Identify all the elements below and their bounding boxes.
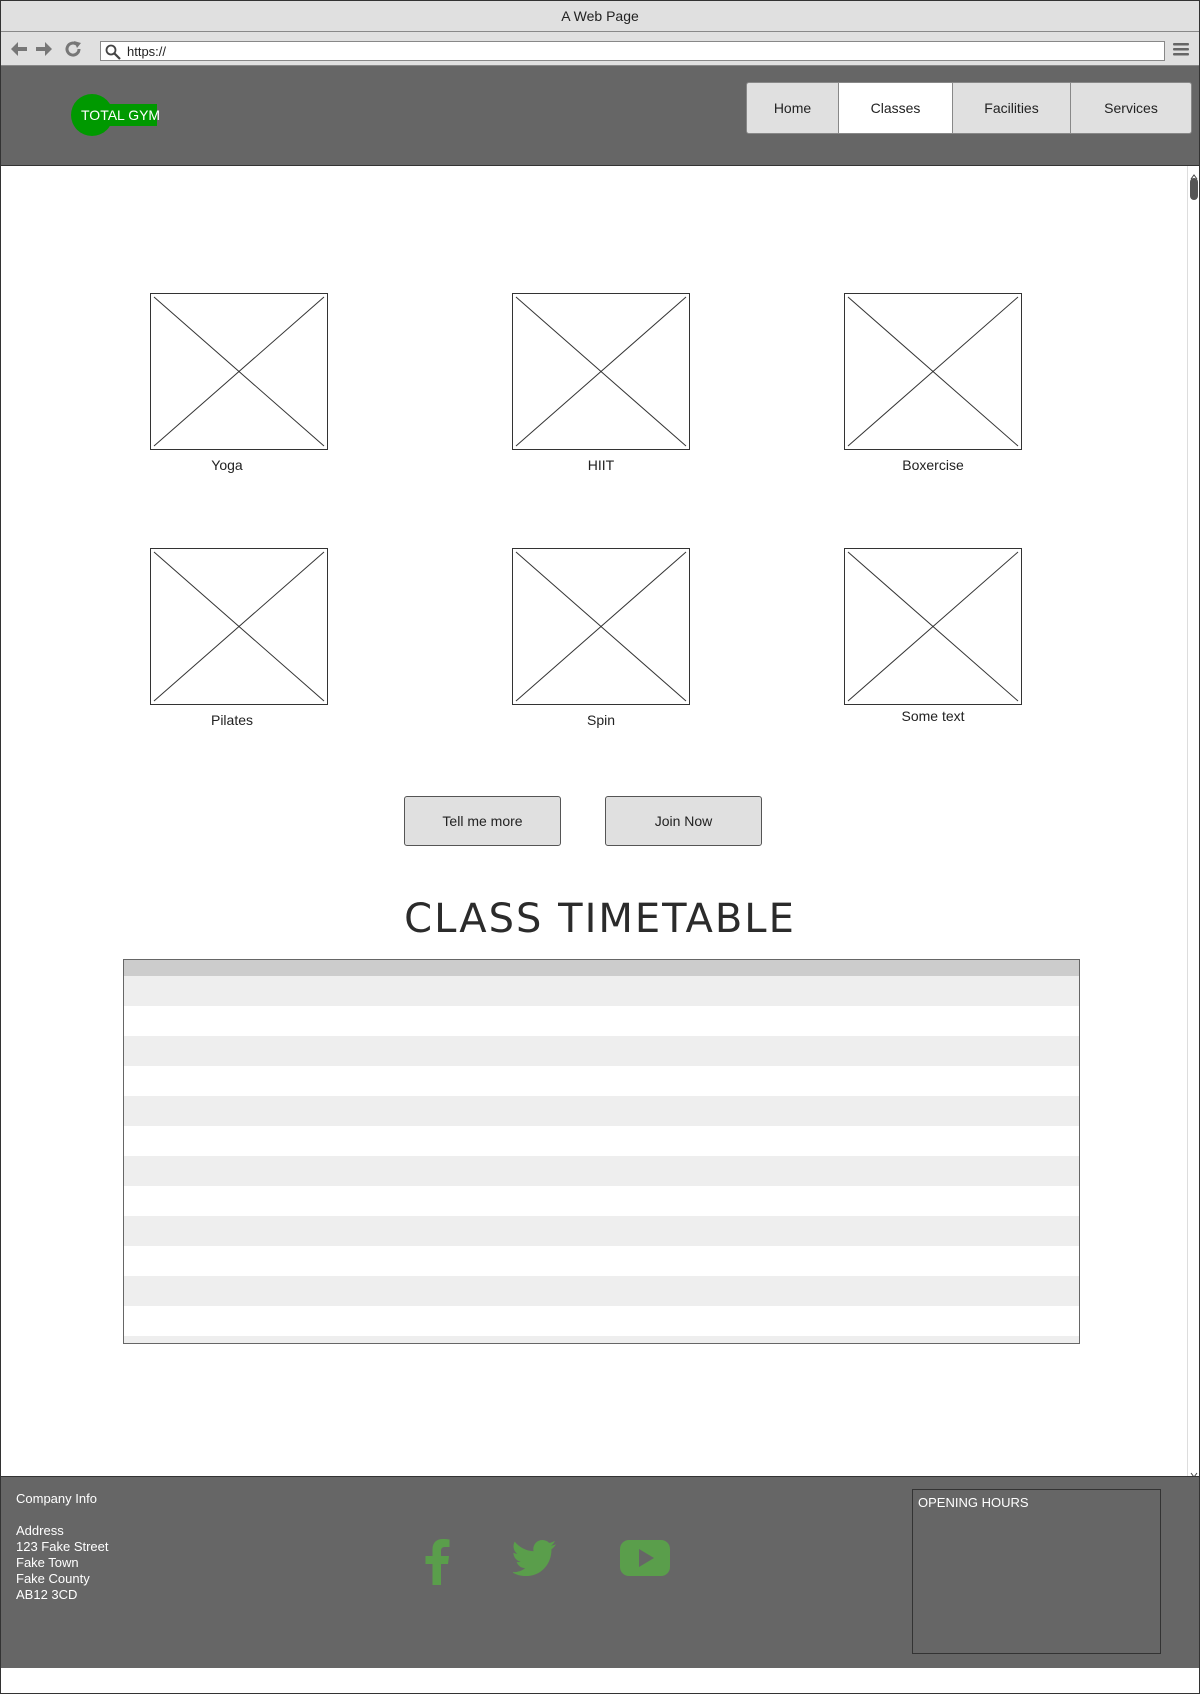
tell-me-more-button[interactable]: Tell me more	[404, 796, 561, 846]
search-icon	[105, 44, 121, 65]
logo-text: TOTAL GYM	[81, 107, 161, 123]
class-card-hiit[interactable]: HIIT	[512, 293, 690, 473]
table-row	[124, 1006, 1079, 1036]
browser-window: A Web Page https:// TOTAL GYM Home Class…	[0, 0, 1200, 1694]
address-line: Fake Town	[16, 1555, 79, 1570]
opening-hours-box: OPENING HOURS	[912, 1489, 1161, 1654]
site-footer: Company Info Address 123 Fake Street Fak…	[1, 1476, 1199, 1669]
class-card-boxercise[interactable]: Boxercise	[844, 293, 1022, 473]
url-input[interactable]: https://	[127, 44, 1147, 59]
image-placeholder-icon	[150, 548, 328, 705]
image-placeholder-icon	[844, 293, 1022, 450]
opening-hours-title: OPENING HOURS	[918, 1495, 1029, 1510]
logo[interactable]: TOTAL GYM	[71, 94, 161, 136]
forward-arrow-icon[interactable]	[34, 40, 54, 58]
hamburger-menu-icon[interactable]	[1171, 40, 1191, 58]
scroll-up-icon[interactable]	[1190, 168, 1198, 180]
class-label: Pilates	[210, 712, 254, 728]
browser-toolbar: https://	[1, 32, 1199, 66]
class-card-other[interactable]: Some text	[844, 548, 1022, 724]
table-row	[124, 1216, 1079, 1246]
company-info: Company Info Address 123 Fake Street Fak…	[16, 1491, 109, 1603]
window-title-bar: A Web Page	[1, 1, 1199, 32]
table-header	[124, 960, 1079, 976]
address-line: 123 Fake Street	[16, 1539, 109, 1554]
table-row	[124, 1096, 1079, 1126]
youtube-icon[interactable]	[620, 1540, 670, 1581]
class-card-pilates[interactable]: Pilates	[150, 548, 328, 728]
class-timetable	[123, 959, 1080, 1344]
class-label: Some text	[901, 708, 965, 724]
nav-item-home[interactable]: Home	[746, 82, 839, 134]
address-bar[interactable]: https://	[100, 41, 1165, 61]
image-placeholder-icon	[512, 548, 690, 705]
address-line: Fake County	[16, 1571, 90, 1586]
timetable-title: CLASS TIMETABLE	[404, 896, 796, 942]
company-info-title: Company Info	[16, 1491, 97, 1506]
class-label: Spin	[586, 712, 616, 728]
scroll-down-icon[interactable]	[1190, 1466, 1198, 1478]
join-now-button[interactable]: Join Now	[605, 796, 762, 846]
class-card-spin[interactable]: Spin	[512, 548, 690, 728]
table-row	[124, 1156, 1079, 1186]
table-row	[124, 1126, 1079, 1156]
table-row	[124, 976, 1079, 1006]
nav-item-facilities[interactable]: Facilities	[952, 82, 1071, 134]
window-title: A Web Page	[561, 8, 639, 24]
site-header: TOTAL GYM Home Classes Facilities Servic…	[1, 66, 1199, 166]
class-label: HIIT	[587, 457, 615, 473]
table-row	[124, 1036, 1079, 1066]
table-row	[124, 1066, 1079, 1096]
nav-item-classes[interactable]: Classes	[838, 82, 953, 134]
table-row	[124, 1276, 1079, 1306]
image-placeholder-icon	[150, 293, 328, 450]
main-nav: Home Classes Facilities Services	[746, 82, 1192, 134]
table-row	[124, 1186, 1079, 1216]
class-card-yoga[interactable]: Yoga	[150, 293, 328, 473]
table-row	[124, 1336, 1079, 1343]
class-label: Boxercise	[902, 457, 964, 473]
twitter-icon[interactable]	[511, 1540, 557, 1581]
table-row	[124, 1306, 1079, 1336]
address-label: Address	[16, 1523, 64, 1538]
image-placeholder-icon	[844, 548, 1022, 705]
table-row	[124, 1246, 1079, 1276]
class-label: Yoga	[211, 457, 243, 473]
nav-item-services[interactable]: Services	[1070, 82, 1192, 134]
facebook-icon[interactable]	[422, 1537, 452, 1590]
vertical-scrollbar[interactable]	[1187, 166, 1199, 1478]
scrollbar-thumb[interactable]	[1190, 178, 1198, 200]
back-arrow-icon[interactable]	[9, 40, 29, 58]
image-placeholder-icon	[512, 293, 690, 450]
reload-icon[interactable]	[63, 40, 83, 58]
address-line: AB12 3CD	[16, 1587, 78, 1602]
browser-status-bar	[1, 1668, 1199, 1693]
